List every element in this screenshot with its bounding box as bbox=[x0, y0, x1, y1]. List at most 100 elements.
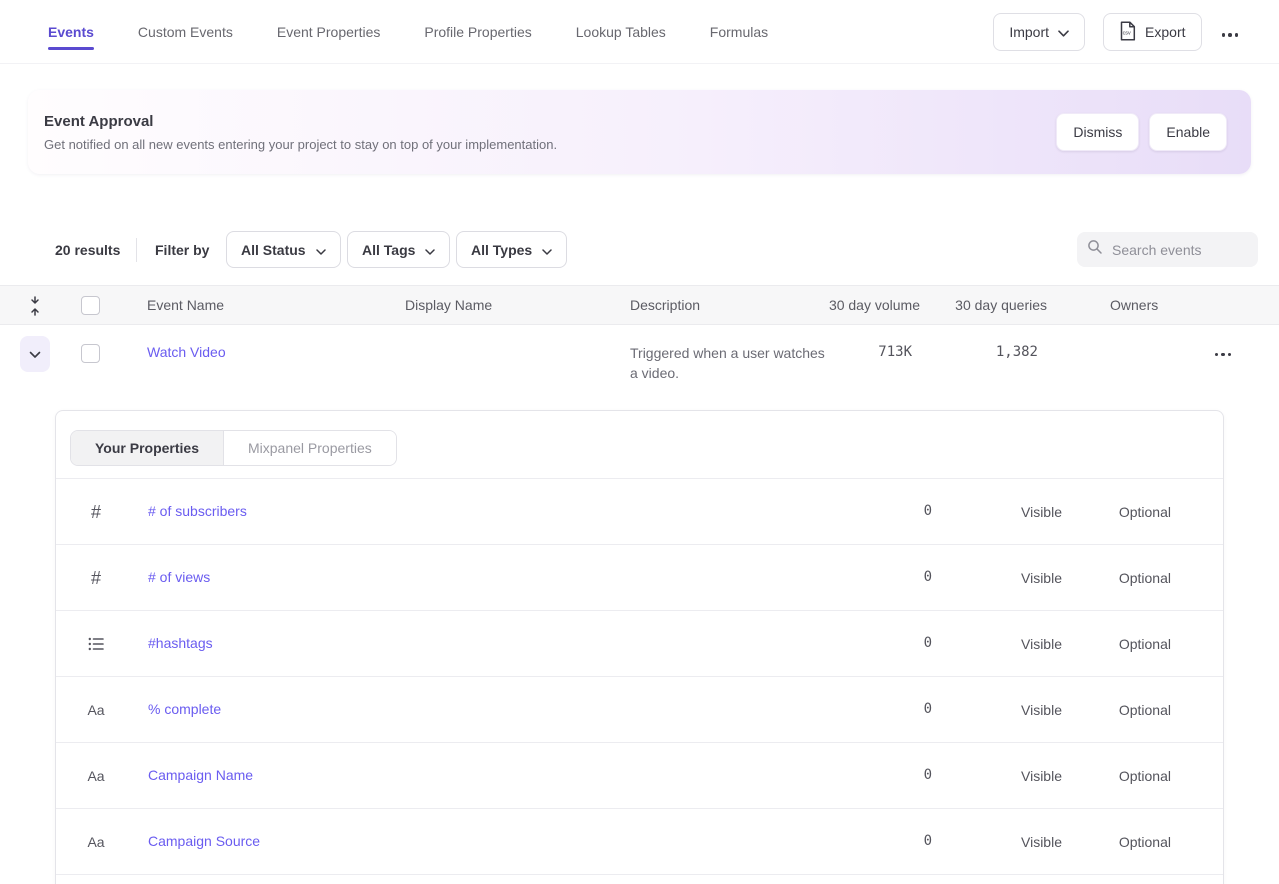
top-nav: Events Custom Events Event Properties Pr… bbox=[0, 0, 1279, 64]
more-menu-button[interactable] bbox=[1220, 21, 1241, 44]
search-box bbox=[1077, 232, 1258, 267]
chevron-down-icon bbox=[542, 242, 552, 258]
properties-panel: Your Properties Mixpanel Properties # # … bbox=[55, 410, 1224, 884]
property-name-link[interactable]: % complete bbox=[148, 701, 221, 717]
chevron-down-icon bbox=[1058, 24, 1069, 40]
property-visibility: Visible bbox=[1021, 834, 1062, 850]
lexicon-events-page: Events Custom Events Event Properties Pr… bbox=[0, 0, 1279, 884]
property-name-link[interactable]: Campaign Name bbox=[148, 767, 253, 783]
property-count: 0 bbox=[924, 569, 932, 585]
row-more-menu-button[interactable] bbox=[1211, 340, 1236, 363]
dismiss-button[interactable]: Dismiss bbox=[1056, 113, 1139, 151]
event-approval-banner: Event Approval Get notified on all new e… bbox=[28, 90, 1251, 174]
event-description: Triggered when a user watches a video. bbox=[630, 343, 830, 383]
column-display-name: Display Name bbox=[405, 297, 492, 313]
tab-mixpanel-properties[interactable]: Mixpanel Properties bbox=[224, 431, 396, 465]
tab-your-properties[interactable]: Your Properties bbox=[71, 431, 224, 465]
column-event-name: Event Name bbox=[147, 297, 224, 313]
property-visibility: Visible bbox=[1021, 636, 1062, 652]
tab-custom-events-label: Custom Events bbox=[138, 24, 233, 40]
banner-title: Event Approval bbox=[44, 113, 557, 130]
chevron-down-icon bbox=[29, 347, 41, 362]
csv-file-icon: csv bbox=[1119, 21, 1136, 44]
property-requirement: Optional bbox=[1119, 768, 1171, 784]
property-name-link[interactable]: # of subscribers bbox=[148, 503, 247, 519]
tags-filter-label: All Tags bbox=[362, 242, 415, 258]
property-visibility: Visible bbox=[1021, 504, 1062, 520]
chevron-down-icon bbox=[425, 242, 435, 258]
tab-formulas[interactable]: Formulas bbox=[710, 0, 768, 63]
number-type-icon: # bbox=[82, 479, 110, 545]
property-row: #hashtags 0 Visible Optional bbox=[56, 611, 1223, 677]
tab-profile-properties[interactable]: Profile Properties bbox=[424, 0, 531, 63]
tab-lookup-tables-label: Lookup Tables bbox=[576, 24, 666, 40]
nav-tabs: Events Custom Events Event Properties Pr… bbox=[0, 0, 768, 63]
import-button-label: Import bbox=[1009, 24, 1049, 40]
export-button[interactable]: csv Export bbox=[1103, 13, 1201, 51]
filter-by-label: Filter by bbox=[155, 242, 209, 258]
results-count: 20 results bbox=[55, 242, 120, 258]
import-button[interactable]: Import bbox=[993, 13, 1085, 51]
property-rows: # # of subscribers 0 Visible Optional # … bbox=[56, 479, 1223, 875]
column-owners: Owners bbox=[1110, 297, 1158, 313]
property-requirement: Optional bbox=[1119, 636, 1171, 652]
property-visibility: Visible bbox=[1021, 702, 1062, 718]
status-filter-dropdown[interactable]: All Status bbox=[226, 231, 341, 268]
property-requirement: Optional bbox=[1119, 570, 1171, 586]
tab-profile-properties-label: Profile Properties bbox=[424, 24, 531, 40]
filter-row: 20 results Filter by All Status All Tags… bbox=[0, 231, 1279, 269]
banner-text: Event Approval Get notified on all new e… bbox=[28, 113, 557, 152]
property-count: 0 bbox=[924, 767, 932, 783]
text-type-icon: Aa bbox=[82, 743, 110, 809]
collapse-rows-icon[interactable] bbox=[28, 295, 42, 320]
types-filter-dropdown[interactable]: All Types bbox=[456, 231, 567, 268]
collapse-row-button[interactable] bbox=[20, 336, 50, 372]
properties-tab-control: Your Properties Mixpanel Properties bbox=[70, 430, 397, 466]
event-30-day-volume: 713K bbox=[878, 344, 912, 360]
property-name-link[interactable]: Campaign Source bbox=[148, 833, 260, 849]
svg-text:csv: csv bbox=[1123, 30, 1131, 36]
property-row: Aa % complete 0 Visible Optional bbox=[56, 677, 1223, 743]
event-row-watch-video: Watch Video Triggered when a user watche… bbox=[0, 326, 1279, 396]
tab-formulas-label: Formulas bbox=[710, 24, 768, 40]
tab-custom-events[interactable]: Custom Events bbox=[138, 0, 233, 63]
property-row: # # of subscribers 0 Visible Optional bbox=[56, 479, 1223, 545]
search-icon bbox=[1087, 239, 1103, 260]
events-table-header: Event Name Display Name Description 30 d… bbox=[0, 285, 1279, 325]
nav-actions: Import csv Export bbox=[993, 13, 1240, 51]
types-filter-label: All Types bbox=[471, 242, 532, 258]
property-name-link[interactable]: # of views bbox=[148, 569, 210, 585]
status-filter-label: All Status bbox=[241, 242, 306, 258]
select-all-checkbox[interactable] bbox=[81, 296, 100, 315]
chevron-down-icon bbox=[316, 242, 326, 258]
property-count: 0 bbox=[924, 503, 932, 519]
column-description: Description bbox=[630, 297, 700, 313]
ellipsis-icon bbox=[1215, 353, 1232, 357]
column-30-day-volume: 30 day volume bbox=[829, 297, 920, 313]
text-type-icon: Aa bbox=[82, 677, 110, 743]
property-count: 0 bbox=[924, 833, 932, 849]
tab-lookup-tables[interactable]: Lookup Tables bbox=[576, 0, 666, 63]
list-type-icon bbox=[82, 611, 110, 677]
search-input[interactable] bbox=[1112, 242, 1242, 258]
tab-event-properties-label: Event Properties bbox=[277, 24, 381, 40]
event-name-link[interactable]: Watch Video bbox=[147, 344, 226, 360]
banner-actions: Dismiss Enable bbox=[1056, 113, 1227, 151]
text-type-icon: Aa bbox=[82, 809, 110, 875]
property-count: 0 bbox=[924, 701, 932, 717]
property-name-link[interactable]: #hashtags bbox=[148, 635, 213, 651]
active-tab-underline bbox=[48, 47, 94, 50]
event-30-day-queries: 1,382 bbox=[996, 344, 1038, 360]
property-requirement: Optional bbox=[1119, 504, 1171, 520]
property-count: 0 bbox=[924, 635, 932, 651]
property-visibility: Visible bbox=[1021, 570, 1062, 586]
tab-events[interactable]: Events bbox=[48, 0, 94, 63]
row-checkbox[interactable] bbox=[81, 344, 100, 363]
property-row: # # of views 0 Visible Optional bbox=[56, 545, 1223, 611]
banner-description: Get notified on all new events entering … bbox=[44, 137, 557, 152]
vertical-divider bbox=[136, 238, 137, 262]
tab-event-properties[interactable]: Event Properties bbox=[277, 0, 381, 63]
enable-button[interactable]: Enable bbox=[1149, 113, 1227, 151]
property-requirement: Optional bbox=[1119, 834, 1171, 850]
tags-filter-dropdown[interactable]: All Tags bbox=[347, 231, 450, 268]
